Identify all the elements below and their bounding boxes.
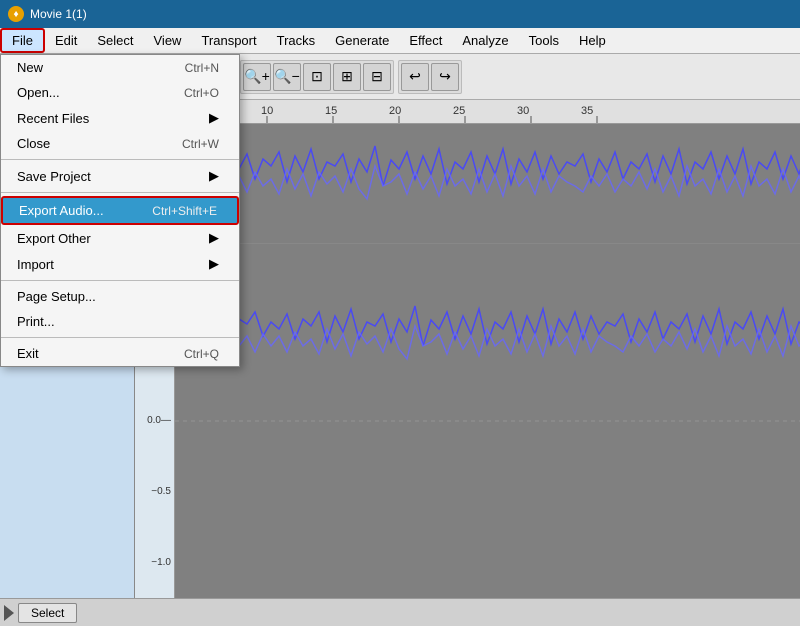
menu-transport[interactable]: Transport: [191, 28, 266, 53]
zoom-sel-button[interactable]: ⊞: [333, 63, 361, 91]
menu-tracks[interactable]: Tracks: [267, 28, 326, 53]
menu-effect[interactable]: Effect: [399, 28, 452, 53]
separator4: [1, 337, 239, 338]
menu-help[interactable]: Help: [569, 28, 616, 53]
svg-text:15: 15: [325, 105, 337, 117]
menu-generate[interactable]: Generate: [325, 28, 399, 53]
menu-save-project[interactable]: Save Project ▶: [1, 163, 239, 189]
menu-view[interactable]: View: [144, 28, 192, 53]
svg-text:30: 30: [517, 105, 529, 117]
title-bar: ♦ Movie 1(1): [0, 0, 800, 28]
zoom-section: 🔍+ 🔍− ⊡ ⊞ ⊟: [240, 60, 394, 94]
title-text: Movie 1(1): [30, 7, 87, 21]
file-dropdown: New Ctrl+N Open... Ctrl+O Recent Files ▶…: [0, 54, 240, 367]
menu-new[interactable]: New Ctrl+N: [1, 55, 239, 80]
menu-export-other[interactable]: Export Other ▶: [1, 225, 239, 251]
menu-bar: File Edit Select View Transport Tracks G…: [0, 28, 800, 54]
menu-edit[interactable]: Edit: [45, 28, 87, 53]
svg-text:35: 35: [581, 105, 593, 117]
menu-close[interactable]: Close Ctrl+W: [1, 131, 239, 156]
undo-section: ↩ ↪: [398, 60, 462, 94]
menu-import[interactable]: Import ▶: [1, 251, 239, 277]
svg-text:20: 20: [389, 105, 401, 117]
menu-export-audio[interactable]: Export Audio... Ctrl+Shift+E: [1, 196, 239, 225]
menu-select[interactable]: Select: [87, 28, 143, 53]
scale--1.0: −1.0: [151, 557, 171, 568]
svg-text:25: 25: [453, 105, 465, 117]
separator1: [1, 159, 239, 160]
redo-button[interactable]: ↪: [431, 63, 459, 91]
waveform-2: [175, 244, 800, 598]
fit-project-button[interactable]: ⊡: [303, 63, 331, 91]
waveform-svg-2: [175, 244, 800, 598]
bottom-status: Select: [0, 598, 800, 626]
scale--0.5: −0.5: [151, 486, 171, 497]
select-mode-button[interactable]: Select: [18, 603, 77, 623]
menu-open[interactable]: Open... Ctrl+O: [1, 80, 239, 105]
menu-print[interactable]: Print...: [1, 309, 239, 334]
separator3: [1, 280, 239, 281]
svg-text:10: 10: [261, 105, 273, 117]
zoom-toggle-button[interactable]: ⊟: [363, 63, 391, 91]
menu-page-setup[interactable]: Page Setup...: [1, 284, 239, 309]
separator2: [1, 192, 239, 193]
menu-recent-files[interactable]: Recent Files ▶: [1, 105, 239, 131]
menu-tools[interactable]: Tools: [519, 28, 569, 53]
scale-0.0: 0.0—: [147, 415, 171, 426]
zoom-out-button[interactable]: 🔍−: [273, 63, 301, 91]
select-label: Select: [31, 606, 64, 620]
menu-exit[interactable]: Exit Ctrl+Q: [1, 341, 239, 366]
menu-analyze[interactable]: Analyze: [452, 28, 518, 53]
undo-button[interactable]: ↩: [401, 63, 429, 91]
menu-file[interactable]: File: [0, 28, 45, 53]
scroll-left-button[interactable]: [4, 605, 14, 621]
zoom-in-button[interactable]: 🔍+: [243, 63, 271, 91]
app-icon: ♦: [8, 6, 24, 22]
